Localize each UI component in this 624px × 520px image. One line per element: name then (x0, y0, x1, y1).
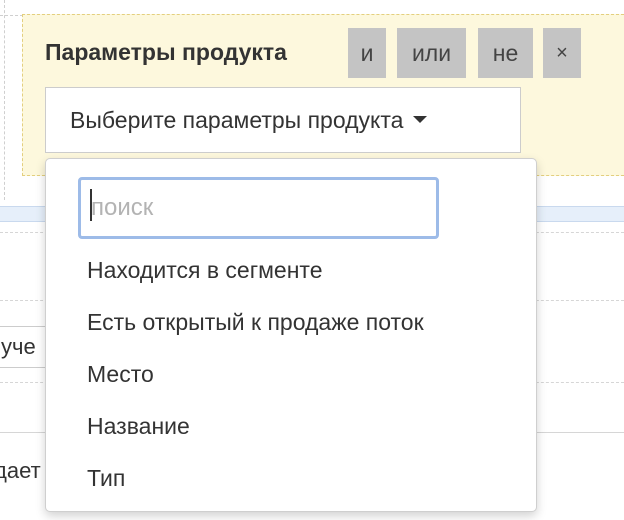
divider (0, 0, 5, 200)
params-dropdown: Находится в сегменте Есть открытый к про… (45, 158, 537, 512)
and-button[interactable]: и (348, 28, 386, 78)
select-label: Выберите параметры продукта (70, 107, 404, 133)
background-text: дает (0, 458, 41, 483)
options-list: Находится в сегменте Есть открытый к про… (87, 245, 424, 505)
caret-down-icon (413, 116, 428, 124)
text-cursor (90, 189, 92, 221)
option-open-flow[interactable]: Есть открытый к продаже поток (87, 297, 424, 349)
page: уче дает Параметры продукта и или не × В… (0, 0, 624, 520)
product-params-select[interactable]: Выберите параметры продукта (45, 87, 521, 153)
not-button[interactable]: не (478, 28, 533, 78)
or-button[interactable]: или (397, 28, 466, 78)
option-type[interactable]: Тип (87, 453, 424, 505)
remove-button[interactable]: × (543, 28, 581, 78)
panel-title: Параметры продукта (45, 39, 287, 65)
product-params-panel: Параметры продукта и или не × Выберите п… (22, 14, 624, 176)
option-name[interactable]: Название (87, 401, 424, 453)
search-input[interactable] (78, 177, 439, 239)
option-in-segment[interactable]: Находится в сегменте (87, 245, 424, 297)
option-place[interactable]: Место (87, 349, 424, 401)
